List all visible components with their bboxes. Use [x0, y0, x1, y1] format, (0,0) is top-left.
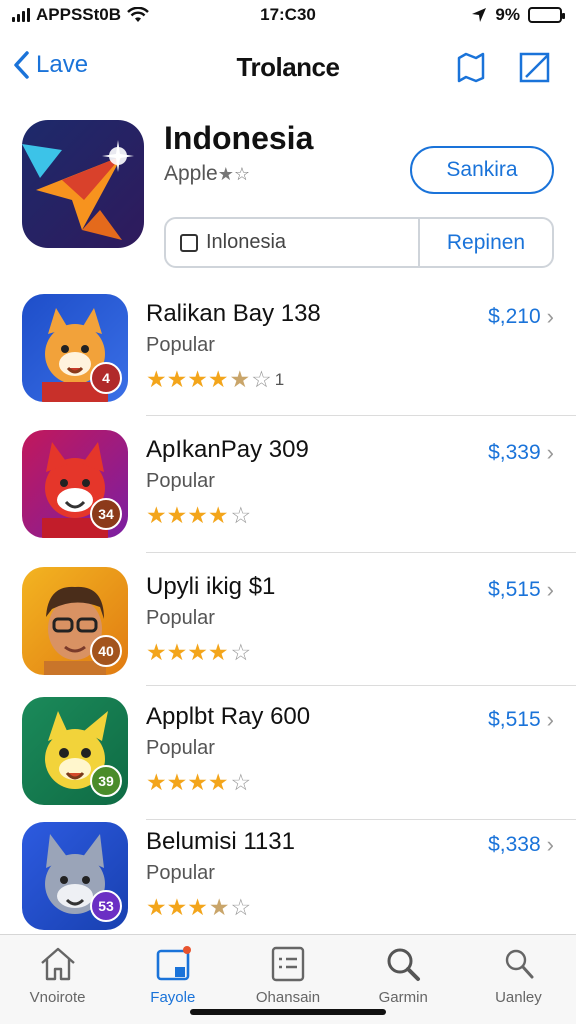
app-name: Upyli ikig $1: [146, 573, 276, 600]
app-category: Popular: [146, 862, 215, 884]
app-rating-stars: ★★★★☆: [146, 639, 254, 666]
search-input-text: Inlonesia: [206, 231, 287, 253]
chevron-right-icon: ›: [546, 440, 554, 465]
app-rating-stars: ★★★★☆: [146, 769, 254, 796]
rating-empty-star: ☆: [230, 894, 252, 920]
app-category: Popular: [146, 737, 215, 759]
rating-empty-star: ☆: [251, 366, 272, 392]
rating-empty-star: ☆: [230, 769, 252, 795]
app-price-button[interactable]: $,515 ›: [488, 577, 554, 603]
app-row[interactable]: 53 Belumisi 1131 Popular ★★★ ★ ☆ $,338 ›: [0, 820, 576, 950]
app-row[interactable]: 34 ApIkanPay 309 Popular ★★★★ ☆ $,339 ›: [0, 428, 576, 558]
featured-app-subtitle: Apple★☆: [164, 162, 250, 186]
nav-actions: [454, 50, 552, 84]
checkbox-icon[interactable]: [180, 233, 198, 252]
app-category: Popular: [146, 470, 215, 492]
app-price: $,515: [488, 578, 541, 601]
rating-filled-stars: ★★★★: [146, 502, 229, 528]
app-icon[interactable]: 34: [22, 430, 128, 538]
home-indicator: [190, 1009, 386, 1015]
rating-filled-stars: ★★★★: [146, 769, 229, 795]
compose-icon[interactable]: [518, 50, 552, 84]
app-name: Belumisi 1131: [146, 828, 295, 855]
app-price-button[interactable]: $,338 ›: [488, 832, 554, 858]
battery-icon: [528, 7, 565, 23]
search-small-icon: [506, 949, 534, 979]
app-name: ApIkanPay 309: [146, 436, 309, 463]
featured-app-icon[interactable]: [22, 120, 144, 248]
app-row[interactable]: 39 Applbt Ray 600 Popular ★★★★ ☆ $,515 ›: [0, 695, 576, 825]
app-price: $,339: [488, 441, 541, 464]
status-bar: APPSSt0B 17:C30 9%: [0, 0, 576, 30]
get-button[interactable]: Sankira: [410, 146, 554, 194]
app-badge: 40: [90, 635, 122, 667]
rating-half-star: ★: [229, 366, 251, 392]
search-icon: [387, 948, 421, 981]
app-category: Popular: [146, 334, 215, 356]
app-icon[interactable]: 40: [22, 567, 128, 675]
featured-icon: [156, 946, 191, 981]
app-row[interactable]: 40 Upyli ikig $1 Popular ★★★★ ☆ $,515 ›: [0, 565, 576, 695]
search-bar: Inlonesia Repinen: [164, 217, 554, 268]
app-name: Applbt Ray 600: [146, 703, 311, 730]
search-input[interactable]: Inlonesia: [166, 219, 418, 266]
tab-home[interactable]: Vnoirote: [0, 935, 115, 1024]
app-rating-stars: ★★★★☆: [146, 894, 254, 921]
app-price-button[interactable]: $,210 ›: [488, 304, 554, 330]
list-icon: [271, 946, 305, 982]
app-badge: 34: [90, 498, 122, 530]
chevron-right-icon: ›: [546, 304, 554, 329]
app-icon[interactable]: 39: [22, 697, 128, 805]
home-icon: [40, 947, 75, 981]
app-price: $,210: [488, 305, 541, 328]
app-badge: 39: [90, 765, 122, 797]
rating-empty-star: ☆: [230, 502, 252, 528]
app-category: Popular: [146, 607, 215, 629]
row-divider: [146, 415, 576, 416]
tab-updates[interactable]: Uanley: [461, 935, 576, 1024]
navigation-bar: Lave Trolance: [0, 38, 576, 94]
app-rating-stars: ★★★★☆: [146, 502, 254, 529]
rating-count: 1: [274, 369, 285, 389]
featured-app-title: Indonesia: [164, 120, 314, 156]
row-divider: [146, 552, 576, 553]
row-divider: [146, 685, 576, 686]
app-icon[interactable]: 4: [22, 294, 128, 402]
rating-filled-stars: ★★★★: [146, 366, 229, 392]
developer-name: Apple: [164, 162, 218, 185]
chevron-right-icon: ›: [546, 707, 554, 732]
featured-rating-stars: ★☆: [217, 164, 250, 184]
app-badge: 4: [90, 362, 122, 394]
app-badge: 53: [90, 890, 122, 922]
app-price: $,515: [488, 708, 541, 731]
tab-categories-label: Ohansain: [255, 989, 321, 1006]
rating-empty-star: ☆: [230, 639, 252, 665]
app-price-button[interactable]: $,339 ›: [488, 440, 554, 466]
app-row[interactable]: 4 Ralikan Bay 138 Popular ★★★★ ★ ☆ 1 $,210 …: [0, 292, 576, 422]
app-price: $,338: [488, 833, 541, 856]
search-submit-button[interactable]: Repinen: [418, 219, 552, 266]
rating-filled-stars: ★★★★: [146, 639, 229, 665]
rating-filled-stars: ★★★: [146, 894, 208, 920]
app-icon[interactable]: 53: [22, 822, 128, 930]
status-time: 17:C30: [260, 5, 316, 24]
app-rating-stars: ★★★★ ★ ☆ 1: [146, 366, 284, 393]
tab-search-label: Garmin: [378, 989, 428, 1006]
app-name: Ralikan Bay 138: [146, 300, 321, 327]
rating-half-star: ★: [208, 894, 230, 920]
bookmark-icon[interactable]: [454, 50, 488, 84]
app-price-button[interactable]: $,515 ›: [488, 707, 554, 733]
tab-updates-label: Uanley: [495, 989, 542, 1006]
chevron-right-icon: ›: [546, 577, 554, 602]
tab-featured-label: Fayole: [150, 989, 196, 1006]
chevron-right-icon: ›: [546, 832, 554, 857]
tab-home-label: Vnoirote: [29, 989, 86, 1006]
